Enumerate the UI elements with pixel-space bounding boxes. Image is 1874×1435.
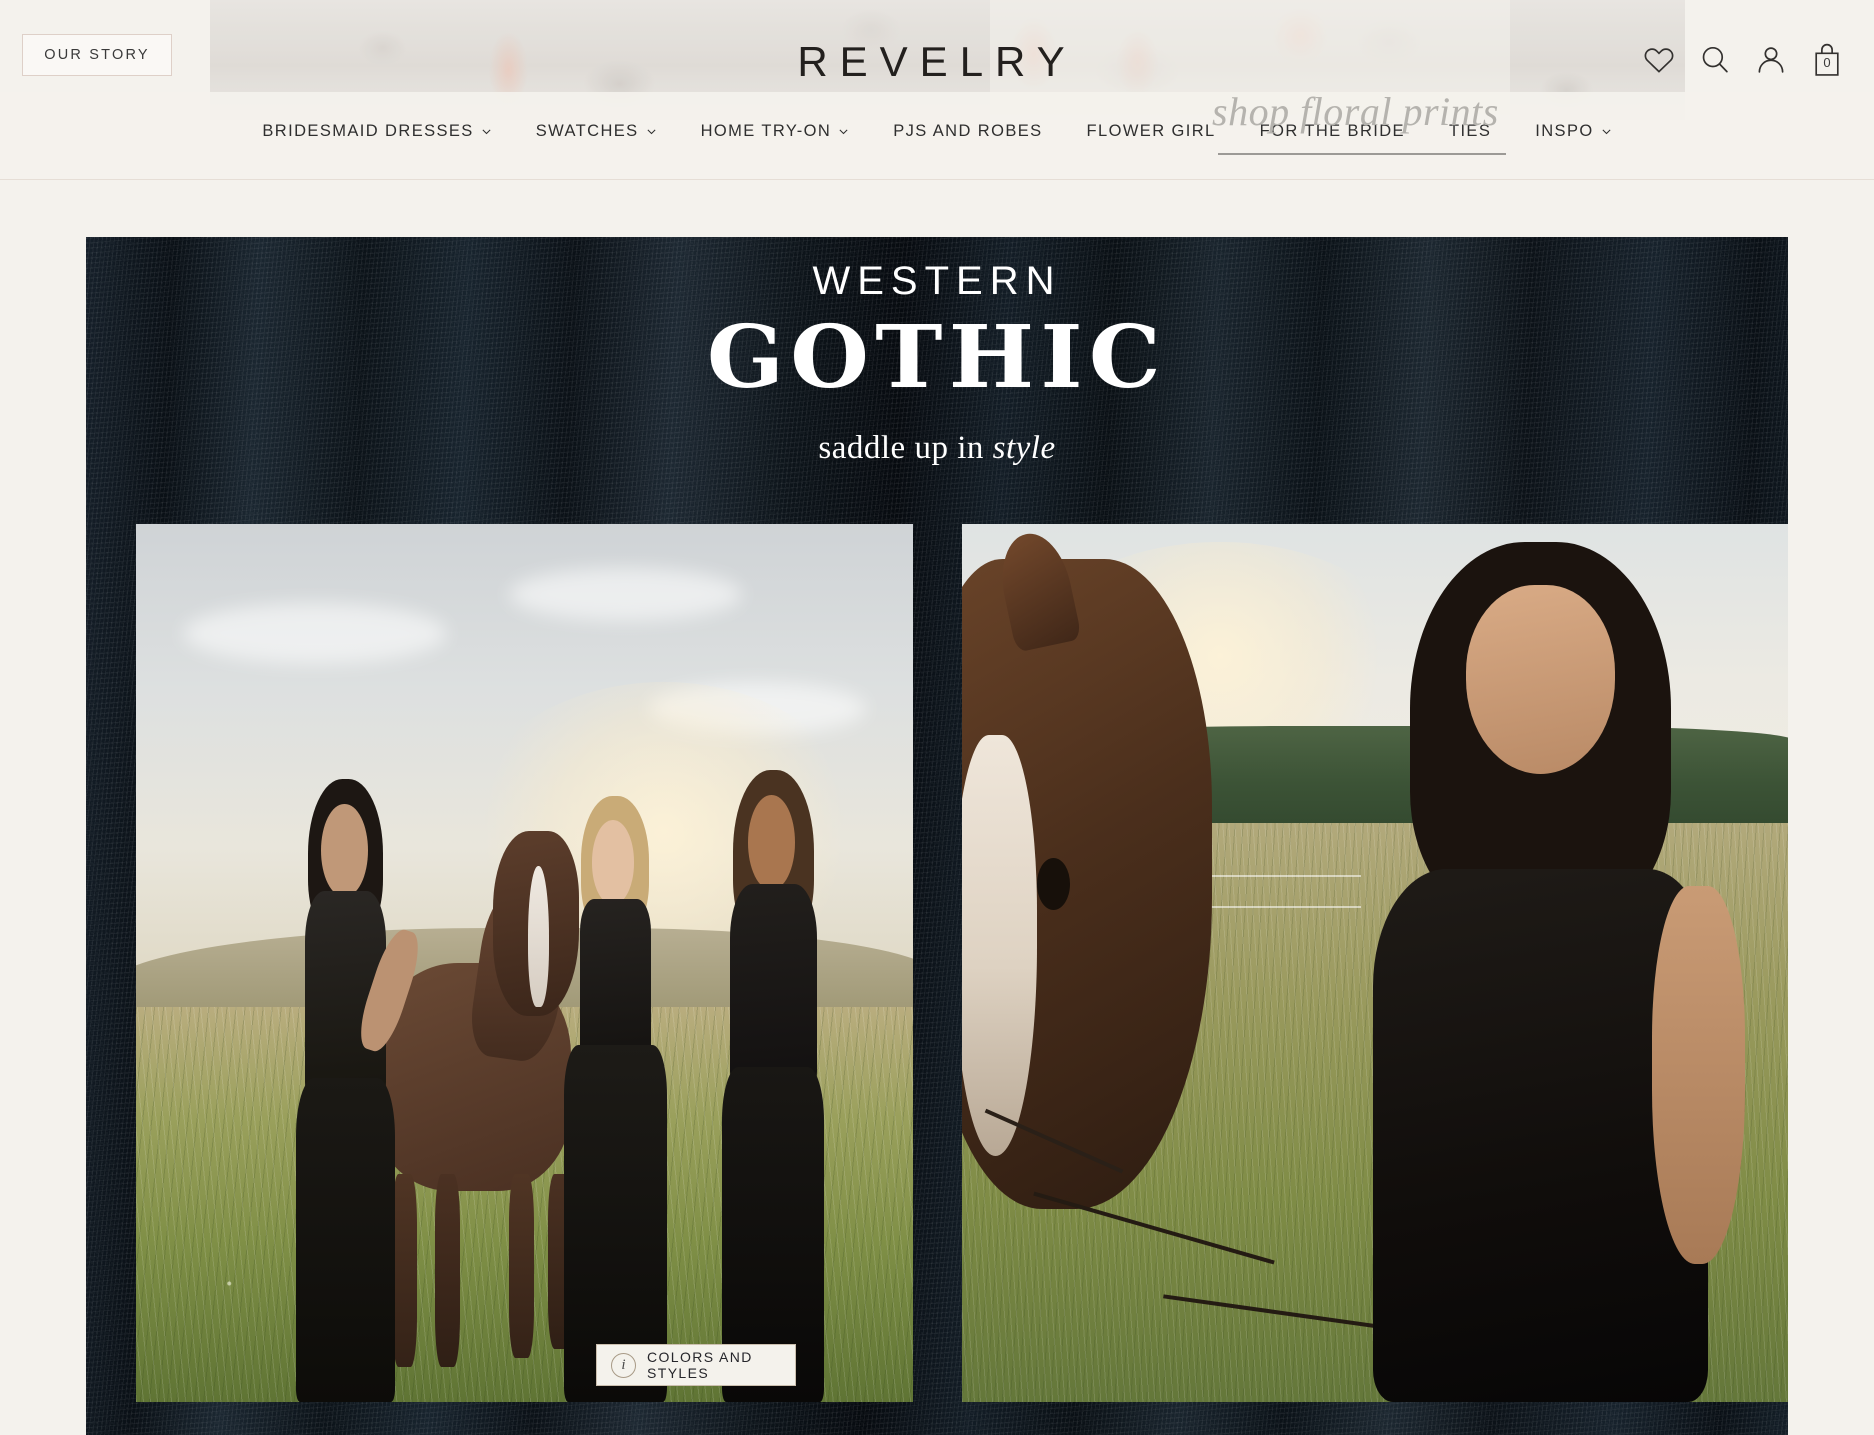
info-icon: i bbox=[611, 1352, 636, 1378]
promo-underline bbox=[1218, 153, 1506, 155]
nav-item-inspo[interactable]: INSPO bbox=[1513, 122, 1633, 141]
hero-banner: WESTERN GOTHIC saddle up in style i COLO… bbox=[86, 237, 1788, 1435]
nav-label: SWATCHES bbox=[535, 122, 639, 140]
hero-kicker: WESTERN bbox=[812, 259, 1062, 303]
search-icon[interactable] bbox=[1698, 43, 1732, 77]
nav-item-pjs-and-robes[interactable]: PJS AND ROBES bbox=[871, 122, 1064, 141]
photo-model-right bbox=[695, 769, 850, 1402]
hero-subtitle-plain: saddle up in bbox=[818, 429, 993, 466]
site-logo[interactable]: REVELRY bbox=[0, 38, 1874, 86]
header-icon-group: 0 bbox=[1642, 42, 1844, 78]
photo-model-closeup bbox=[1345, 541, 1788, 1402]
header-divider bbox=[0, 179, 1874, 180]
nav-label: PJS AND ROBES bbox=[893, 122, 1043, 140]
chevron-down-icon bbox=[481, 126, 492, 137]
nav-label: FOR THE BRIDE bbox=[1259, 122, 1405, 140]
nav-label: HOME TRY-ON bbox=[700, 122, 832, 140]
photo-model-center bbox=[540, 796, 688, 1402]
heart-icon[interactable] bbox=[1642, 43, 1676, 77]
nav-item-bridesmaid-dresses[interactable]: BRIDESMAID DRESSES bbox=[240, 122, 513, 141]
chevron-down-icon bbox=[838, 126, 849, 137]
site-header: OUR STORY REVELRY 0 BRIDESMAID DRESSES S… bbox=[0, 0, 1874, 180]
hero-photo-left[interactable]: i COLORS AND STYLES bbox=[136, 524, 913, 1402]
nav-item-swatches[interactable]: SWATCHES bbox=[514, 122, 679, 141]
hero-photo-right[interactable] bbox=[962, 524, 1788, 1402]
nav-label: INSPO bbox=[1535, 122, 1594, 140]
hero-headline: GOTHIC bbox=[706, 307, 1168, 408]
hero-subtitle-italic: style bbox=[992, 429, 1056, 466]
photo-model-face bbox=[1465, 584, 1615, 774]
main-navigation: BRIDESMAID DRESSES SWATCHES HOME TRY-ON … bbox=[0, 122, 1874, 141]
nav-label: FLOWER GIRL bbox=[1086, 122, 1216, 140]
photo-cloud bbox=[508, 567, 743, 621]
nav-label: TIES bbox=[1448, 122, 1492, 140]
colors-and-styles-label: COLORS AND STYLES bbox=[647, 1349, 753, 1381]
chevron-down-icon bbox=[1601, 126, 1612, 137]
colors-and-styles-button[interactable]: i COLORS AND STYLES bbox=[596, 1344, 796, 1386]
shopping-bag-icon[interactable]: 0 bbox=[1810, 42, 1844, 78]
photo-cloud bbox=[182, 603, 447, 665]
photo-horse-leg bbox=[508, 1173, 534, 1359]
photo-model-left bbox=[268, 778, 427, 1402]
photo-model-arm bbox=[1652, 885, 1746, 1265]
photo-horse-eye bbox=[1036, 857, 1071, 911]
nav-item-ties[interactable]: TIES bbox=[1427, 122, 1513, 141]
hero-title-block: WESTERN GOTHIC saddle up in style bbox=[86, 259, 1788, 467]
account-icon[interactable] bbox=[1754, 43, 1788, 77]
nav-item-home-try-on[interactable]: HOME TRY-ON bbox=[679, 122, 872, 141]
nav-item-flower-girl[interactable]: FLOWER GIRL bbox=[1065, 122, 1238, 141]
nav-label: BRIDESMAID DRESSES bbox=[262, 122, 474, 140]
hero-subtitle: saddle up in style bbox=[86, 430, 1788, 467]
photo-horse-leg bbox=[435, 1173, 460, 1367]
nav-item-for-the-bride[interactable]: FOR THE BRIDE bbox=[1238, 122, 1427, 141]
chevron-down-icon bbox=[646, 126, 657, 137]
